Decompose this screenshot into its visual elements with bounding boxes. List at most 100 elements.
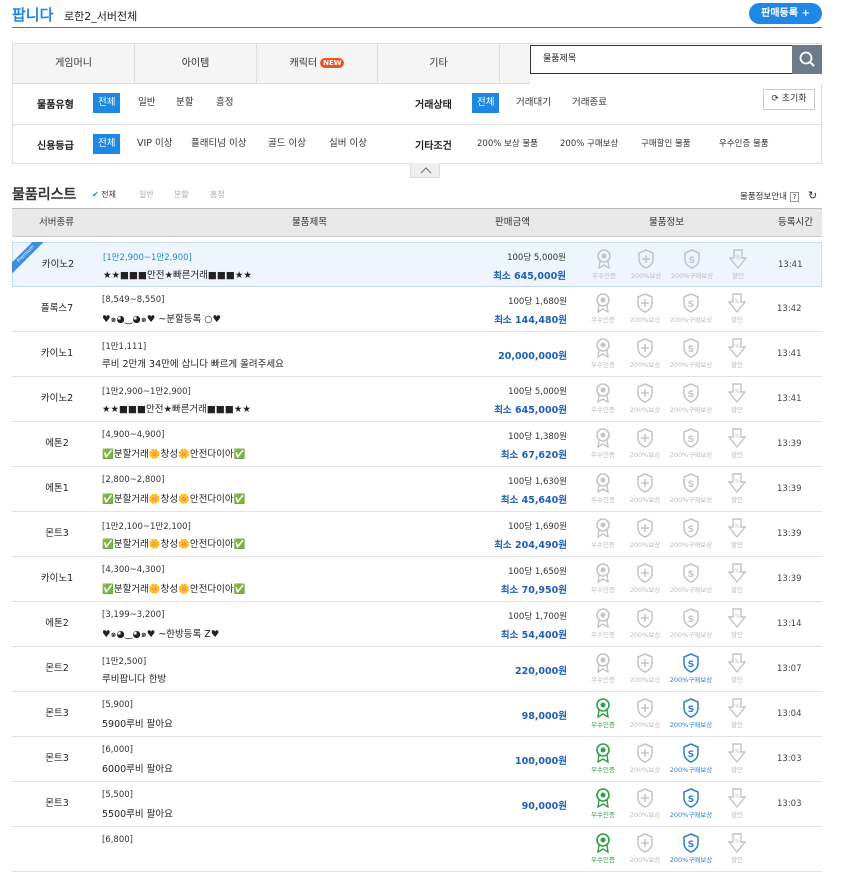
table-row[interactable]: 에톤2 [3,199~3,200] ♥๑◕‿◕๑♥ ~한방등록 Z♥ 100당 1,7… (12, 602, 822, 647)
check-icon: ✔ (92, 190, 99, 199)
shield-s-icon: S (669, 338, 713, 358)
etc-200-compensation[interactable]: 200% 보상 물품 (477, 134, 538, 154)
table-row[interactable]: 몬트3 [1만2,100~1만2,100] ✅분할거래🌼창성🌼안전다이아✅ 100당 … (12, 512, 822, 557)
row-min-price: 최소 204,490원 (494, 540, 567, 551)
table-row[interactable]: 몬트3 [5,500] 5500루비 팔아요 90,000원 우수인증 200%보상 S 20… (12, 782, 822, 827)
table-row[interactable]: 카이노1 [1만1,111] 루비 2만개 34만에 삽니다 빠르게 올려주세요 20… (12, 332, 822, 377)
table-row[interactable]: [6,800] 우수인증 200%보상 S 200%구매보상% 할인 (12, 827, 822, 872)
svg-text:%: % (734, 658, 740, 665)
list-type-all[interactable]: ✔ 전체 (92, 189, 116, 200)
item-type-normal[interactable]: 일반 (138, 93, 155, 113)
refresh-list-icon[interactable]: ↻ (808, 189, 817, 202)
row-unit-price: 100당 1,700원 (508, 612, 567, 622)
row-title[interactable]: ✅분할거래🌼창성🌼안전다이아✅ (102, 491, 245, 505)
svg-text:S: S (688, 570, 694, 580)
table-row[interactable]: 카이노2 [1만2,900~1만2,900] ★★■■■안전★빠른거래■■■★★ 10… (12, 377, 822, 422)
trade-status-waiting[interactable]: 거래대기 (516, 93, 551, 113)
badge-certified: 우수인증 (581, 338, 625, 374)
reset-label: 초기화 (781, 94, 807, 104)
etc-discount[interactable]: 구매할인 물품 (641, 134, 691, 154)
search-button[interactable] (792, 45, 822, 74)
medal-icon (581, 473, 625, 493)
discount-arrow-icon: % (715, 383, 759, 403)
tab-game-money[interactable]: 게임머니 (13, 44, 135, 84)
reset-button[interactable]: ⟳ 초기화 (763, 89, 815, 110)
row-title[interactable]: 5900루비 팔아요 (102, 716, 173, 730)
row-time: 13:41 (777, 349, 802, 359)
item-type-all[interactable]: 전체 (93, 93, 121, 113)
discount-arrow-icon: % (715, 518, 759, 538)
table-row[interactable]: 몬트3 [5,900] 5900루비 팔아요 98,000원 우수인증 200%보상 S 20… (12, 692, 822, 737)
svg-text:%: % (734, 298, 740, 305)
table-row[interactable]: 몬트2 [1만2,500] 루비팝니다 한방 220,000원 우수인증 200%보상 S 2… (12, 647, 822, 692)
badge-200-purchase: S 200%구매보상 (669, 653, 713, 689)
row-title[interactable]: 6000루비 팔아요 (102, 761, 173, 775)
medal-icon (581, 653, 625, 673)
tab-character[interactable]: 캐릭터 NEW (257, 44, 378, 84)
row-unit-price: 100당 1,650원 (508, 567, 567, 577)
col-time: 등록시간 (778, 217, 813, 228)
row-range: [3,199~3,200] (102, 610, 165, 620)
table-row[interactable]: 에톤1 [2,800~2,800] ✅분할거래🌼창성🌼안전다이아✅ 100당 1,63… (12, 467, 822, 512)
credit-vip[interactable]: VIP 이상 (137, 134, 173, 154)
trade-status-all[interactable]: 전체 (472, 93, 500, 113)
credit-all[interactable]: 전체 (93, 134, 121, 154)
row-title[interactable]: ✅분할거래🌼창성🌼안전다이아✅ (102, 536, 245, 550)
row-title[interactable]: 5500루비 팔아요 (102, 806, 173, 820)
badge-certified: 우수인증 (581, 608, 625, 644)
col-info: 물품정보 (649, 217, 684, 228)
table-row[interactable]: 몬트3 [6,000] 6000루비 팔아요 100,000원 우수인증 200%보상 S 2… (12, 737, 822, 782)
item-type-bargain[interactable]: 흥정 (216, 93, 233, 113)
row-title[interactable]: 루비 2만개 34만에 삽니다 빠르게 올려주세요 (102, 356, 284, 370)
svg-text:S: S (688, 660, 694, 670)
refresh-icon: ⟳ (771, 94, 782, 104)
shield-s-icon: S (669, 473, 713, 493)
table-row[interactable]: 에톤2 [4,900~4,900] ✅분할거래🌼창성🌼안전다이아✅ 100당 1,38… (12, 422, 822, 467)
badge-200-compensation: 200%보상 (623, 518, 667, 554)
list-type-split[interactable]: 분할 (174, 189, 189, 200)
filter-panel: 게임머니 아이템 캐릭터 NEW 기타 물품제목 물품유형 전체 일반 분할 흥정… (12, 43, 822, 164)
etc-200-purchase[interactable]: 200% 구매보상 (560, 134, 618, 154)
register-sale-button[interactable]: 판매등록 + (749, 3, 822, 24)
credit-silver[interactable]: 실버 이상 (329, 134, 367, 154)
shield-plus-icon (623, 743, 667, 763)
tab-item[interactable]: 아이템 (135, 44, 257, 84)
table-row[interactable]: 플록스7 [8,549~8,550] ♥๑◕‿◕๑♥ ~분할등록 ○♥ 100당 1,… (12, 287, 822, 332)
item-info-guide-link[interactable]: 물품정보안내 ? ↻ (740, 189, 817, 202)
row-time: 13:14 (777, 619, 802, 629)
row-min-price: 최소 645,000원 (494, 405, 567, 416)
badge-discount: % 할인 (715, 653, 759, 689)
tab-etc[interactable]: 기타 (378, 44, 500, 84)
badge-200-compensation: 200%보상 (623, 563, 667, 599)
credit-gold[interactable]: 골드 이상 (268, 134, 306, 154)
table-row[interactable]: Premium 카이노2 [1만2,900~1만2,900] ★★■■■안전★빠른거래… (12, 242, 822, 287)
search-input[interactable]: 물품제목 (530, 45, 792, 74)
row-title[interactable]: ★★■■■안전★빠른거래■■■★★ (103, 267, 252, 281)
badge-discount: % 할인 (715, 338, 759, 374)
badge-certified: 우수인증 (581, 428, 625, 464)
table-row[interactable]: 카이노1 [4,300~4,300] ✅분할거래🌼창성🌼안전다이아✅ 100당 1,6… (12, 557, 822, 602)
help-icon: ? (789, 192, 800, 202)
item-type-split[interactable]: 분할 (176, 93, 193, 113)
row-title[interactable]: ♥๑◕‿◕๑♥ ~한방등록 Z♥ (102, 626, 219, 642)
row-title[interactable]: ♥๑◕‿◕๑♥ ~분할등록 ○♥ (102, 311, 221, 327)
svg-text:%: % (734, 478, 740, 485)
badge-discount: % 할인 (715, 428, 759, 464)
collapse-toggle[interactable] (410, 163, 440, 178)
trade-status-done[interactable]: 거래종료 (572, 93, 607, 113)
badge-discount: % 할인 (715, 833, 759, 869)
row-range: [5,900] (102, 700, 133, 710)
row-title[interactable]: 루비팝니다 한방 (102, 671, 166, 685)
list-type-normal[interactable]: 일반 (139, 189, 154, 200)
row-time: 13:03 (777, 754, 802, 764)
svg-text:%: % (734, 568, 740, 575)
etc-certified[interactable]: 우수인증 물품 (719, 134, 769, 154)
row-title[interactable]: ✅분할거래🌼창성🌼안전다이아✅ (102, 446, 245, 460)
badge-200-compensation: 200%보상 (624, 249, 668, 285)
list-type-bargain[interactable]: 흥정 (210, 189, 225, 200)
row-title[interactable]: ★★■■■안전★빠른거래■■■★★ (102, 401, 251, 415)
discount-arrow-icon: % (715, 293, 759, 313)
medal-icon (581, 383, 625, 403)
credit-platinum[interactable]: 플래티넘 이상 (191, 134, 246, 154)
row-title[interactable]: ✅분할거래🌼창성🌼안전다이아✅ (102, 581, 245, 595)
